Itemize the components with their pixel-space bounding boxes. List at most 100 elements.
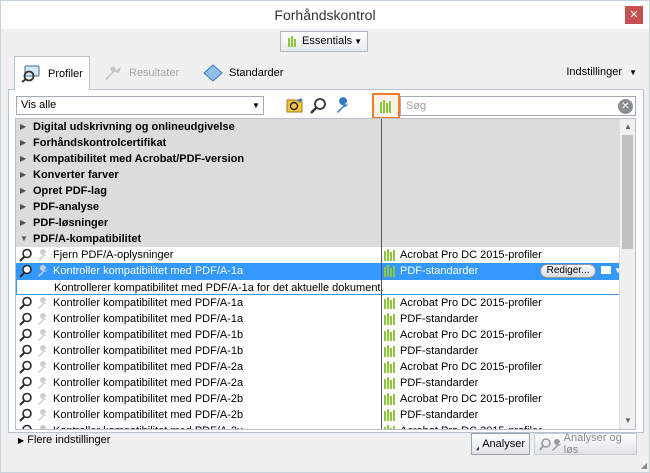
profile-name: Kontroller kompatibilitet med PDF/A-2a bbox=[53, 377, 244, 389]
profile-bars-icon bbox=[384, 249, 395, 261]
triangle-right-icon[interactable]: ▶ bbox=[20, 119, 26, 135]
profile-library: Acrobat Pro DC 2015-profiler bbox=[400, 329, 542, 341]
clear-search-icon[interactable]: ✕ bbox=[618, 99, 633, 114]
magnifier-icon bbox=[19, 328, 32, 342]
edit-button[interactable]: Rediger... bbox=[540, 264, 596, 278]
fixups-button[interactable] bbox=[284, 95, 306, 117]
profile-row[interactable]: Kontroller kompatibilitet med PDF/A-2b PD… bbox=[16, 407, 620, 423]
search-input[interactable]: Søg bbox=[406, 100, 426, 112]
profile-library: PDF-standarder bbox=[400, 313, 479, 325]
triangle-right-icon[interactable]: ▶ bbox=[20, 135, 26, 151]
magnifier-icon bbox=[19, 360, 32, 374]
category-row[interactable]: ▶ Forhåndskontrolcertifikat bbox=[16, 135, 620, 151]
column-divider bbox=[381, 119, 382, 429]
profile-name: Kontroller kompatibilitet med PDF/A-2a bbox=[53, 361, 244, 373]
wrench-icon bbox=[38, 409, 47, 421]
triangle-right-icon[interactable]: ▶ bbox=[20, 215, 26, 231]
profile-row[interactable]: Kontroller kompatibilitet med PDF/A-1b Ac… bbox=[16, 327, 620, 343]
profile-name: Kontroller kompatibilitet med PDF/A-1a bbox=[53, 313, 244, 325]
category-row[interactable]: ▶ PDF-løsninger bbox=[16, 215, 620, 231]
profile-name: Kontroller kompatibilitet med PDF/A-1a bbox=[53, 265, 244, 277]
profile-name: Kontroller kompatibilitet med PDF/A-1b bbox=[53, 345, 244, 357]
triangle-right-icon[interactable]: ▶ bbox=[20, 167, 26, 183]
profile-bars-icon bbox=[384, 313, 395, 325]
triangle-right-icon[interactable]: ▶ bbox=[20, 183, 26, 199]
category-row[interactable]: ▶ Konverter farver bbox=[16, 167, 620, 183]
category-label: Konverter farver bbox=[33, 169, 119, 181]
profile-bars-icon bbox=[384, 345, 395, 357]
profile-row[interactable]: Kontroller kompatibilitet med PDF/A-2u Ac… bbox=[16, 423, 620, 429]
wrench-icon bbox=[38, 313, 47, 325]
triangle-down-icon[interactable]: ▼ bbox=[20, 231, 28, 247]
profiles-filter-button[interactable] bbox=[372, 93, 400, 119]
profile-row[interactable]: Fjern PDF/A-oplysninger Acrobat Pro DC 20… bbox=[16, 247, 620, 263]
preflight-window: Forhåndskontrol ✕ Essentials ▼ Profiler … bbox=[0, 0, 650, 473]
scroll-down-icon[interactable]: ▼ bbox=[620, 413, 635, 429]
tab-standards[interactable]: Standarder bbox=[196, 56, 286, 90]
profile-name: Kontroller kompatibilitet med PDF/A-2b bbox=[53, 393, 244, 405]
profile-row[interactable]: Kontroller kompatibilitet med PDF/A-1a PD… bbox=[16, 311, 620, 327]
more-settings-toggle[interactable]: ▶ Flere indstillinger bbox=[18, 434, 110, 446]
profile-library: Acrobat Pro DC 2015-profiler bbox=[400, 297, 542, 309]
triangle-right-icon[interactable]: ▶ bbox=[20, 199, 26, 215]
scroll-up-icon[interactable]: ▲ bbox=[620, 119, 635, 135]
profile-row[interactable]: Kontroller kompatibilitet med PDF/A-1a Ac… bbox=[16, 295, 620, 311]
fixup-wrench-button[interactable] bbox=[332, 95, 354, 117]
settings-menu[interactable]: Indstillinger ▼ bbox=[566, 66, 637, 78]
profile-bars-icon bbox=[384, 361, 395, 373]
wrench-icon bbox=[40, 425, 47, 429]
chevron-down-icon: ▼ bbox=[354, 37, 362, 46]
tab-label: Standarder bbox=[229, 67, 284, 79]
wrench-icon bbox=[38, 393, 47, 405]
profile-list: ▶ Digital udskrivning og onlineudgivelse ▶… bbox=[15, 118, 636, 430]
analyze-and-fix-button[interactable]: Analyser og løs bbox=[534, 432, 637, 456]
category-row[interactable]: ▶ Digital udskrivning og onlineudgivelse bbox=[16, 119, 620, 135]
profile-library: Acrobat Pro DC 2015-profiler bbox=[400, 249, 542, 261]
category-label: PDF/A-kompatibilitet bbox=[33, 233, 142, 245]
category-label: PDF-løsninger bbox=[33, 217, 109, 229]
magnifier-icon bbox=[476, 442, 480, 451]
triangle-right-icon[interactable]: ▶ bbox=[20, 151, 26, 167]
tab-results[interactable]: Resultater bbox=[96, 56, 196, 90]
standards-icon bbox=[203, 64, 223, 82]
profile-row[interactable]: Kontroller kompatibilitet med PDF/A-2a Ac… bbox=[16, 359, 620, 375]
close-button[interactable]: ✕ bbox=[625, 6, 643, 24]
category-label: Kompatibilitet med Acrobat/PDF-version bbox=[33, 153, 245, 165]
profile-name: Kontroller kompatibilitet med PDF/A-1a bbox=[53, 297, 244, 309]
title-bar: Forhåndskontrol ✕ bbox=[1, 1, 649, 29]
scroll-thumb[interactable] bbox=[622, 135, 633, 249]
filter-dropdown[interactable]: Vis alle ▼ bbox=[16, 96, 264, 115]
analyze-button[interactable]: Analyser bbox=[471, 433, 530, 455]
profile-name: Kontroller kompatibilitet med PDF/A-1b bbox=[53, 329, 244, 341]
workspace-dropdown[interactable]: Essentials ▼ bbox=[280, 31, 368, 52]
checks-button[interactable] bbox=[308, 95, 330, 117]
category-row[interactable]: ▶ Kompatibilitet med Acrobat/PDF-version bbox=[16, 151, 620, 167]
profile-row[interactable]: Kontroller kompatibilitet med PDF/A-2b Ac… bbox=[16, 391, 620, 407]
profile-library: PDF-standarder bbox=[400, 377, 479, 389]
resize-grip-icon[interactable]: ◢ bbox=[641, 461, 647, 470]
profile-row[interactable]: Kontroller kompatibilitet med PDF/A-1b PD… bbox=[16, 343, 620, 359]
triangle-right-icon: ▶ bbox=[18, 436, 25, 445]
chevron-down-icon: ▼ bbox=[252, 101, 260, 110]
window-title: Forhåndskontrol bbox=[274, 7, 376, 23]
category-row[interactable]: ▶ PDF-analyse bbox=[16, 199, 620, 215]
flag-icon[interactable] bbox=[601, 266, 611, 274]
profile-bars-icon bbox=[384, 393, 395, 405]
profile-name: Kontroller kompatibilitet med PDF/A-2b bbox=[53, 409, 244, 421]
tab-profiles[interactable]: Profiler bbox=[14, 56, 90, 91]
profile-bars-icon bbox=[384, 297, 395, 309]
tab-bar: Profiler Resultater Standarder bbox=[8, 56, 644, 91]
analyze-fix-label: Analyser og løs bbox=[563, 432, 622, 456]
profile-row[interactable]: Kontroller kompatibilitet med PDF/A-2a PD… bbox=[16, 375, 620, 391]
profile-library: Acrobat Pro DC 2015-profiler bbox=[400, 393, 542, 405]
results-icon bbox=[105, 66, 121, 80]
vertical-scrollbar[interactable]: ▲ ▼ bbox=[619, 119, 635, 429]
bars-icon bbox=[380, 100, 391, 113]
category-row[interactable]: ▼ PDF/A-kompatibilitet bbox=[16, 231, 620, 247]
profile-row[interactable]: Kontroller kompatibilitet med PDF/A-1a PD… bbox=[16, 263, 622, 279]
analyze-fix-icon bbox=[539, 438, 561, 451]
category-label: Forhåndskontrolcertifikat bbox=[33, 137, 167, 149]
wrench-icon bbox=[38, 265, 47, 277]
category-row[interactable]: ▶ Opret PDF-lag bbox=[16, 183, 620, 199]
search-box[interactable]: Søg ✕ bbox=[400, 96, 636, 116]
